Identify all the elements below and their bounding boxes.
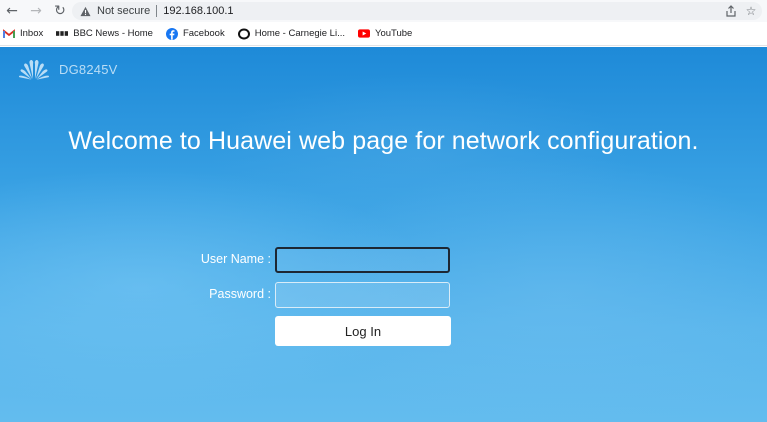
username-label: User Name : [200,252,271,266]
bookmark-star-icon[interactable]: ☆ [744,4,758,18]
youtube-icon [358,28,370,40]
gmail-icon [3,28,15,40]
share-icon[interactable] [724,4,738,18]
url-text[interactable]: 192.168.100.1 [163,5,233,17]
browser-toolbar: ← → ↻ Not secure 192.168.100.1 ☆ [0,0,767,22]
bookmark-inbox[interactable]: Inbox [3,28,43,40]
brand-header: DG8245V [18,57,118,81]
bookmark-facebook[interactable]: Facebook [165,27,225,40]
device-model: DG8245V [59,61,118,77]
carnegie-icon [237,28,250,40]
login-button[interactable]: Log In [275,316,451,346]
omnibox-actions: ☆ [724,2,758,20]
not-secure-label[interactable]: Not secure [97,5,150,17]
page-title: Welcome to Huawei web page for network c… [68,127,699,155]
bbc-icon [56,28,69,40]
bookmark-carnegie[interactable]: Home - Carnegie Li... [237,28,345,40]
address-bar[interactable]: Not secure 192.168.100.1 ☆ [72,2,762,20]
huawei-logo-icon [18,60,50,80]
reload-icon[interactable]: ↻ [48,0,72,22]
bookmark-label: Facebook [182,28,225,39]
password-label: Password : [209,287,271,301]
facebook-icon [165,27,178,40]
forward-arrow-icon[interactable]: → [24,0,48,22]
back-arrow-icon[interactable]: ← [0,0,24,22]
password-input[interactable] [275,282,450,308]
bookmark-label: BBC News - Home [73,28,153,39]
bookmark-label: Home - Carnegie Li... [254,28,345,39]
bookmark-bbc-news[interactable]: BBC News - Home [56,28,153,40]
bookmarks-bar: Inbox BBC News - Home Facebook Home - Ca… [0,22,767,46]
bookmark-youtube[interactable]: YouTube [358,28,412,40]
login-page: DG8245V Welcome to Huawei web page for n… [0,47,767,422]
username-input[interactable] [275,247,450,273]
bookmark-label: YouTube [375,28,413,39]
warning-icon[interactable] [80,6,91,17]
bookmark-label: Inbox [20,28,44,39]
omnibox-divider [156,5,158,17]
